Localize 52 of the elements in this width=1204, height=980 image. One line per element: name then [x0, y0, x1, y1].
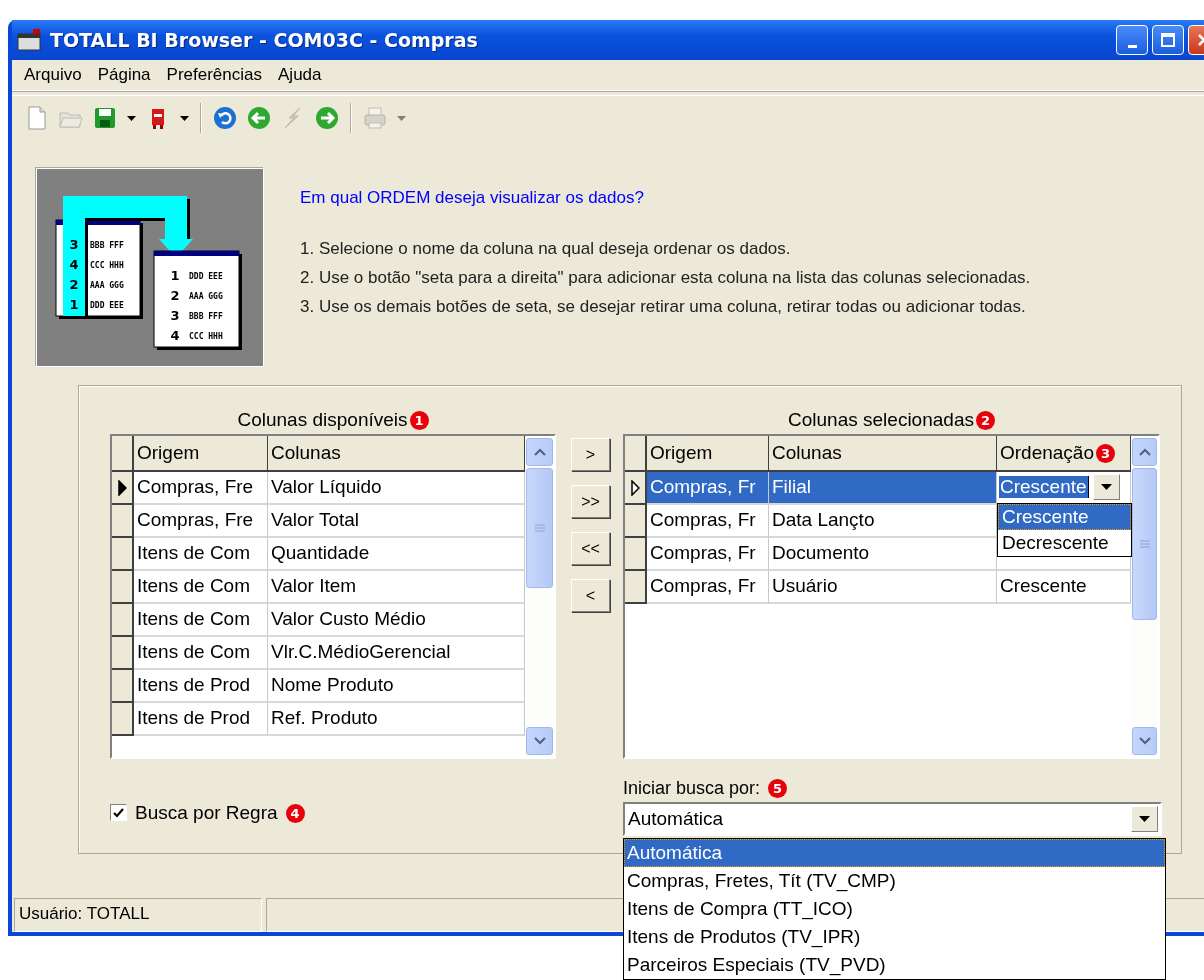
entry-number: 4 — [69, 257, 79, 272]
column-header: Colunas — [769, 436, 997, 472]
entry-letters: DDD EEE — [90, 301, 124, 310]
entry-number: 1 — [69, 297, 79, 312]
table-cell: Itens de Com — [134, 604, 268, 637]
entry-number: 1 — [170, 268, 180, 283]
instruction-step: 3. Use os demais botões de seta, se desejar retirar uma coluna, retirar todas ou adicionar todas. — [300, 296, 1031, 317]
instruction-step: 1. Selecione o nome da coluna na qual deseja ordenar os dados. — [300, 238, 1031, 259]
window-title: TOTALL BI Browser - COM03C - Compras — [50, 29, 479, 51]
table-cell: Itens de Com — [134, 571, 268, 604]
entry-number: 3 — [170, 308, 180, 323]
column-header: Colunas — [268, 436, 525, 472]
table-cell: Itens de Com — [134, 538, 268, 571]
column-header: Origem — [134, 436, 268, 472]
table-cell: Ref. Produto — [268, 703, 525, 736]
number-badge: 4 — [285, 804, 305, 823]
entry-number: 2 — [170, 288, 180, 303]
entry-letters: CCC HHH — [90, 261, 124, 270]
table-cell: Valor Custo Médio — [268, 604, 525, 637]
table-cell: Quantidade — [268, 538, 525, 571]
number-badge: 3 — [1096, 443, 1115, 463]
table-cell: Compras, Fre — [134, 472, 268, 505]
number-badge: 1 — [409, 410, 429, 430]
entry-letters: BBB FFF — [90, 241, 124, 250]
entry-letters: BBB FFF — [189, 312, 223, 321]
list-title: Colunas selecionadas — [788, 409, 974, 431]
entry-letters: DDD EEE — [189, 272, 223, 281]
instruction-step: 2. Use o botão "seta para a direita" para adicionar esta coluna na lista das colunas selecionadas. — [300, 267, 1031, 288]
number-badge: 2 — [975, 410, 995, 430]
list-title: Colunas disponíveis — [237, 409, 408, 431]
table-cell: Valor Total — [268, 505, 525, 538]
entry-letters: AAA GGG — [90, 281, 124, 290]
table-cell: Compras, Fre — [134, 505, 268, 538]
entry-number: 2 — [69, 277, 79, 292]
field-label: Iniciar busca por: — [623, 777, 761, 799]
table-cell: Valor Item — [268, 571, 525, 604]
prompt-heading: Em qual ORDEM deseja visualizar os dados? — [300, 188, 645, 208]
column-header: Origem — [647, 436, 769, 472]
column-header-label: Ordenação — [1000, 442, 1094, 464]
table-cell: Itens de Com — [134, 637, 268, 670]
entry-number: 3 — [69, 237, 79, 252]
status-panel: Usuário: TOTALL — [14, 898, 262, 932]
entry-letters: CCC HHH — [189, 332, 223, 341]
entry-letters: AAA GGG — [189, 292, 223, 301]
number-badge: 5 — [768, 778, 788, 798]
table-cell: Nome Produto — [268, 670, 525, 703]
table-cell: Valor Líquido — [268, 472, 525, 505]
table-cell: Itens de Prod — [134, 703, 268, 736]
dropdown-value: Automática — [628, 808, 724, 830]
table-cell: Vlr.C.MédioGerencial — [268, 637, 525, 670]
table-cell: Itens de Prod — [134, 670, 268, 703]
entry-number: 4 — [170, 328, 180, 343]
